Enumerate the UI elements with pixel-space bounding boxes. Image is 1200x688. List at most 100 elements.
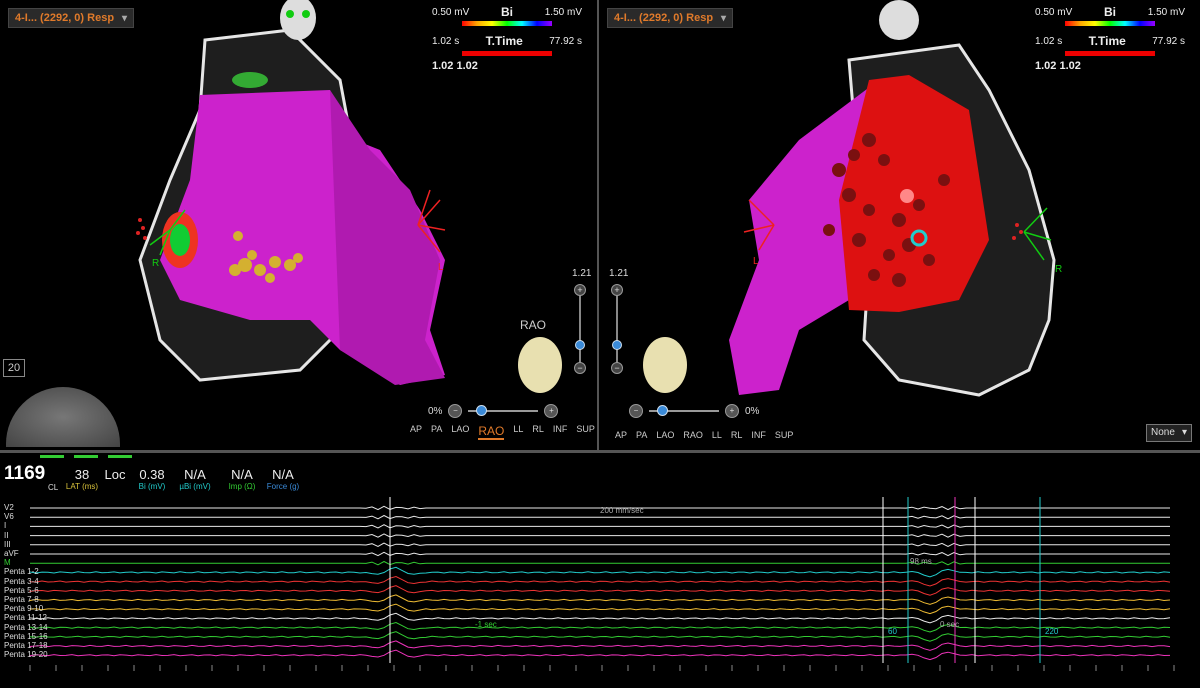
channel-label: V6: [4, 512, 14, 522]
dropdown-value: None: [1151, 427, 1175, 438]
zoom-control[interactable]: 1.21 + −: [572, 268, 592, 374]
channel-trace: [29, 631, 1171, 642]
channel-trace: [29, 603, 1171, 615]
interval-label: 98 ms: [910, 557, 932, 566]
opacity-plus-button[interactable]: +: [544, 404, 559, 418]
right-map-viewport[interactable]: R L 4-I... (2292, 0) Resp ▾ 0.50 mV Bi 1…: [599, 0, 1200, 450]
cursor-b: 1.02: [1059, 60, 1081, 72]
bipolar-legend: 0.50 mV Bi 1.50 mV 1.02 s T.Time 77.92 s…: [1035, 5, 1185, 72]
view-buttons[interactable]: AP PA LAO RAO LL RL INF SUP: [615, 430, 793, 440]
channel-label: Penta 13-14: [4, 622, 48, 632]
chevron-down-icon[interactable]: ▾: [721, 13, 726, 24]
zoom-value: 1.21: [572, 268, 592, 279]
tool-panel[interactable]: 20: [0, 335, 122, 448]
time-end: 77.92 s: [549, 35, 582, 47]
zoom-control[interactable]: 1.21 + −: [609, 268, 629, 374]
view-button-rl[interactable]: RL: [532, 424, 544, 440]
opacity-plus-button[interactable]: +: [725, 404, 739, 418]
zoom-out-button[interactable]: −: [611, 362, 623, 374]
chevron-down-icon: ▾: [1181, 427, 1187, 438]
view-button-lao[interactable]: LAO: [656, 430, 674, 440]
time-slider[interactable]: [462, 51, 552, 56]
zoom-in-button[interactable]: +: [611, 284, 623, 296]
channel-label: Penta 9-10: [4, 604, 44, 614]
readout-panel: 1169 CL 38 LAT (ms) Loc 0.38 Bi (mV) N/A…: [0, 461, 320, 501]
channel-trace: [30, 551, 1170, 557]
time-slider[interactable]: [1065, 51, 1155, 56]
point-size-field[interactable]: 20: [3, 359, 25, 377]
view-button-lao[interactable]: LAO: [451, 424, 469, 440]
view-button-pa[interactable]: PA: [636, 430, 647, 440]
opacity-control[interactable]: 0% − +: [428, 404, 559, 418]
channel-label: Penta 1-2: [4, 567, 39, 577]
legend-mode: Bi: [1104, 5, 1116, 19]
channel-label: M: [4, 558, 11, 568]
imp-label: Imp (Ω): [228, 482, 256, 491]
channel-label: I: [4, 521, 7, 531]
lat-label: LAT (ms): [65, 482, 99, 491]
force-label: Force (g): [266, 482, 300, 491]
loc-value: Loc: [104, 467, 126, 482]
channel-trace: [29, 649, 1171, 661]
view-button-ll[interactable]: LL: [513, 424, 523, 440]
view-button-inf[interactable]: INF: [751, 430, 766, 440]
r-marker-label: R: [1055, 264, 1063, 275]
opacity-value: 0%: [745, 405, 760, 417]
view-button-sup[interactable]: SUP: [775, 430, 794, 440]
channel-trace: [29, 575, 1171, 587]
channel-label: aVF: [4, 549, 19, 558]
l-marker-label: L: [438, 262, 444, 273]
map-title-text: 4-I... (2292, 0) Resp: [614, 12, 714, 24]
channel-trace: [30, 533, 1170, 538]
legend-min: 0.50 mV: [432, 6, 470, 18]
view-button-rao[interactable]: RAO: [683, 430, 703, 440]
view-button-ll[interactable]: LL: [712, 430, 722, 440]
view-button-inf[interactable]: INF: [553, 424, 568, 440]
channel-trace: [29, 612, 1171, 624]
opacity-control[interactable]: − + 0%: [629, 404, 759, 418]
opacity-minus-button[interactable]: −: [629, 404, 643, 418]
zoom-value: 1.21: [609, 268, 629, 279]
opacity-minus-button[interactable]: −: [448, 404, 463, 418]
view-button-ap[interactable]: AP: [410, 424, 422, 440]
zoom-in-button[interactable]: +: [574, 284, 586, 296]
time-start: 1.02 s: [1035, 35, 1063, 47]
zoom-knob[interactable]: [612, 340, 622, 350]
zoom-knob[interactable]: [575, 340, 585, 350]
r-marker-label: R: [152, 258, 160, 269]
chevron-down-icon[interactable]: ▾: [122, 13, 127, 24]
imp-value: N/A: [231, 467, 253, 482]
view-button-rl[interactable]: RL: [731, 430, 743, 440]
legend-max: 1.50 mV: [544, 6, 582, 18]
caliper-220-label: 220: [1045, 627, 1059, 636]
bi-value: 0.38: [139, 467, 165, 482]
opacity-knob[interactable]: [476, 405, 488, 416]
tool-wheel[interactable]: [6, 387, 120, 447]
zoom-out-button[interactable]: −: [574, 362, 586, 374]
signal-panel[interactable]: 1169 CL 38 LAT (ms) Loc 0.38 Bi (mV) N/A…: [0, 453, 1200, 688]
opacity-knob[interactable]: [657, 405, 668, 416]
view-button-ap[interactable]: AP: [615, 430, 627, 440]
channel-label: Penta 15-16: [4, 631, 48, 641]
map-selector[interactable]: 4-I... (2292, 0) Resp ▾: [8, 8, 135, 28]
map-selector[interactable]: 4-I... (2292, 0) Resp ▾: [607, 8, 734, 28]
channel-label: Penta 11-12: [4, 613, 47, 623]
minus-one-sec-label: -1 sec: [475, 620, 497, 629]
view-button-sup[interactable]: SUP: [576, 424, 595, 440]
status-bars: [40, 455, 132, 458]
time-label: T.Time: [485, 34, 523, 48]
channel-trace: [30, 514, 1170, 520]
left-map-viewport[interactable]: R L 4-I... (2292, 0) Resp ▾ 0.50 mV Bi 1…: [0, 0, 597, 450]
sweep-speed-label: 200 mm/sec: [600, 506, 644, 515]
map-title-text: 4-I... (2292, 0) Resp: [15, 12, 115, 24]
view-buttons[interactable]: AP PA LAO RAO LL RL INF SUP: [410, 424, 595, 440]
channel-label: Penta 5-6: [4, 585, 39, 595]
ubi-value: N/A: [184, 467, 206, 482]
channel-label: V2: [4, 503, 14, 512]
channel-label: II: [4, 530, 9, 540]
overlay-dropdown[interactable]: None ▾: [1146, 424, 1192, 442]
view-button-rao[interactable]: RAO: [478, 424, 505, 440]
legend-min: 0.50 mV: [1035, 6, 1073, 18]
view-button-pa[interactable]: PA: [431, 424, 442, 440]
cursor-b: 1.02: [456, 60, 478, 72]
